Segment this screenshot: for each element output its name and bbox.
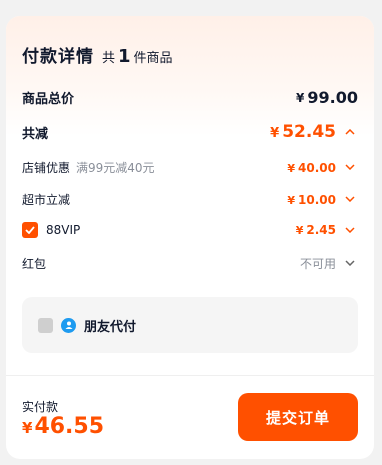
red-packet-label: 红包: [22, 257, 47, 271]
discount-total-row[interactable]: 共减 ¥52.45: [22, 122, 358, 142]
card-header-background: [6, 16, 374, 136]
friend-pay-label: 朋友代付: [84, 319, 137, 335]
actual-payment-amount: 46.55: [34, 414, 105, 439]
actual-payment-value: ¥46.55: [22, 414, 104, 439]
supermarket-discount-row[interactable]: 超市立减 ¥10.00: [22, 191, 358, 208]
footer-divider: [6, 375, 374, 376]
friend-pay-checkbox[interactable]: [38, 317, 53, 333]
store-coupon-label: 店铺优惠: [22, 161, 71, 175]
total-price-label: 商品总价: [22, 92, 75, 107]
chevron-down-icon[interactable]: [342, 225, 358, 236]
discount-total-amount: 52.45: [282, 122, 336, 142]
friend-pay-option[interactable]: 朋友代付: [22, 297, 358, 353]
item-count-prefix: 共: [102, 51, 116, 66]
currency-symbol: ¥: [296, 90, 305, 105]
supermarket-discount-amount: 10.00: [298, 192, 336, 207]
item-count-suffix: 件商品: [133, 51, 173, 66]
supermarket-discount-label: 超市立减: [22, 193, 71, 207]
friend-pay-icon: [61, 317, 76, 333]
vip-discount-value: ¥2.45: [296, 223, 336, 237]
store-coupon-row[interactable]: 店铺优惠 满99元减40元 ¥40.00: [22, 159, 358, 176]
currency-symbol: ¥: [270, 126, 280, 141]
payment-details-header: 付款详情 共 1 件商品: [22, 42, 173, 67]
payment-details-title: 付款详情: [22, 47, 94, 67]
supermarket-discount-value: ¥10.00: [287, 193, 336, 207]
vip-label: 88VIP: [46, 223, 81, 237]
submit-order-button[interactable]: 提交订单: [238, 393, 358, 441]
store-coupon-value: ¥40.00: [287, 161, 336, 175]
currency-symbol: ¥: [287, 193, 296, 207]
vip-checkbox[interactable]: [22, 222, 38, 238]
chevron-down-icon[interactable]: [342, 258, 358, 269]
vip-discount-amount: 2.45: [306, 223, 336, 237]
vip-discount-row[interactable]: 88VIP ¥2.45: [22, 222, 358, 238]
chevron-down-icon[interactable]: [342, 162, 358, 173]
store-coupon-amount: 40.00: [298, 160, 336, 175]
chevron-up-icon[interactable]: [342, 127, 358, 138]
actual-payment-label: 实付款: [22, 400, 59, 414]
currency-symbol: ¥: [287, 161, 296, 175]
payment-details-card: 付款详情 共 1 件商品 商品总价 ¥ 99.00 共减 ¥52.45 店铺优惠…: [6, 16, 374, 459]
total-price-row: 商品总价 ¥ 99.00: [22, 88, 358, 107]
red-packet-status: 不可用: [299, 257, 336, 271]
currency-symbol: ¥: [22, 419, 33, 437]
currency-symbol: ¥: [295, 224, 304, 237]
red-packet-row[interactable]: 红包 不可用: [22, 255, 358, 272]
chevron-down-icon[interactable]: [342, 194, 358, 205]
store-coupon-note: 满99元减40元: [76, 161, 155, 175]
checkmark-icon: [25, 226, 35, 234]
discount-total-label: 共减: [22, 126, 49, 142]
total-price-amount: 99.00: [307, 88, 358, 107]
item-count: 1: [118, 46, 131, 67]
total-price-value: ¥ 99.00: [296, 88, 358, 107]
discount-total-value: ¥52.45: [270, 122, 336, 142]
